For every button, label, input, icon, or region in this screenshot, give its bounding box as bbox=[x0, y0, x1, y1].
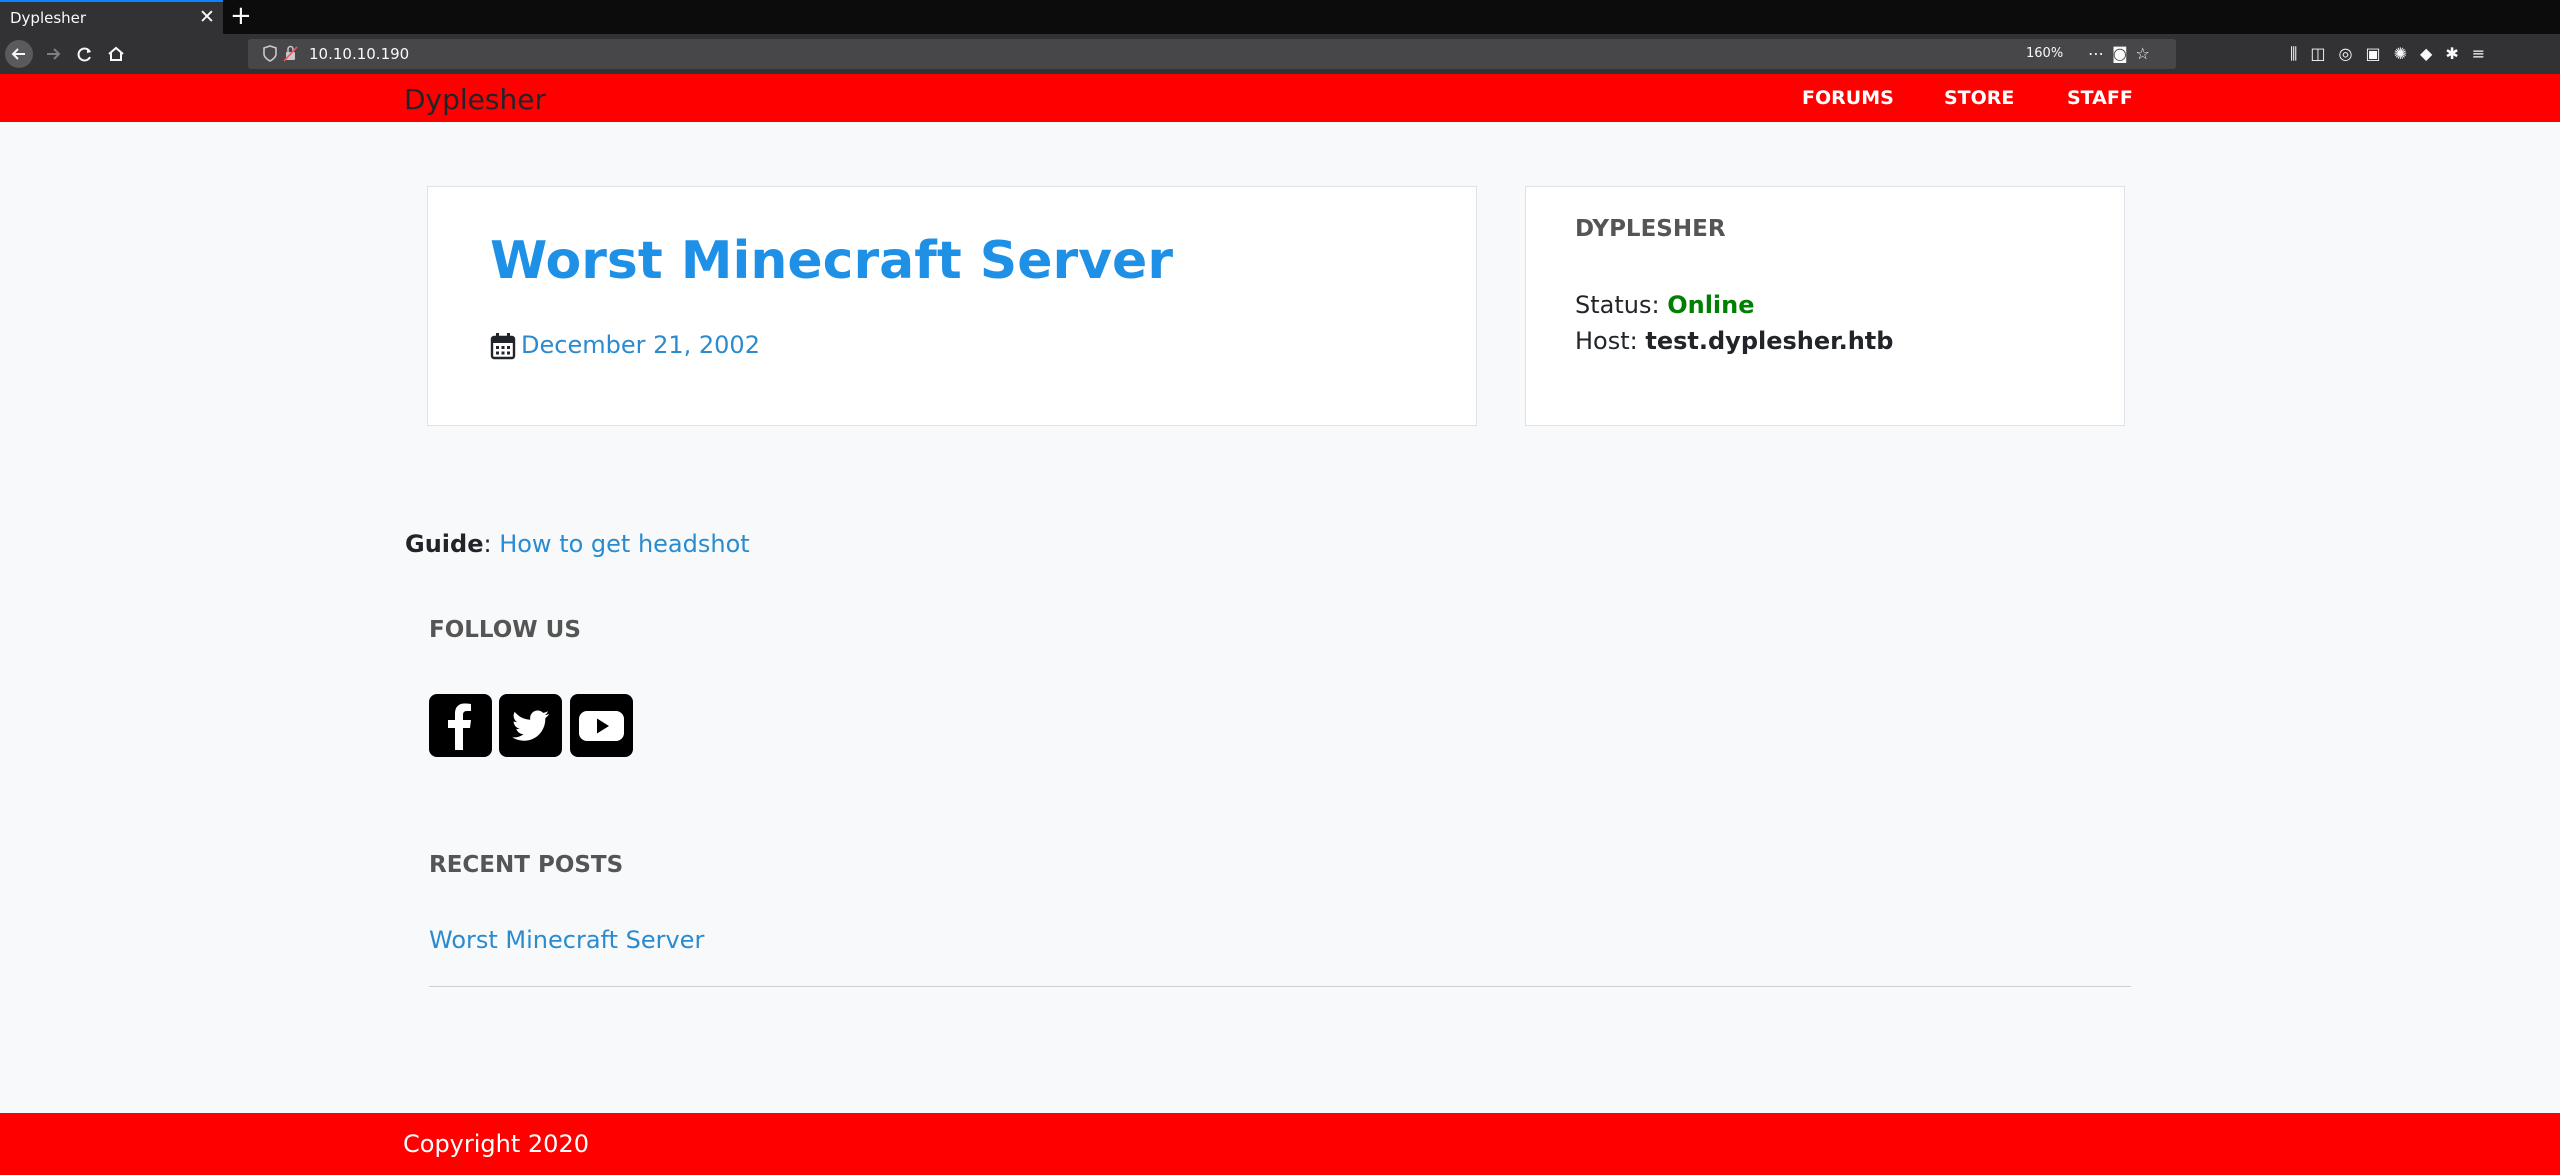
zoom-indicator[interactable]: 160% bbox=[2020, 44, 2069, 64]
status-line: Status: Online bbox=[1575, 291, 1755, 319]
guide-line: Guide: How to get headshot bbox=[405, 530, 750, 558]
guide-separator: : bbox=[483, 530, 492, 558]
url-bar-actions: ⋯◙☆ bbox=[2088, 43, 2168, 65]
library-icon[interactable]: ⫼ bbox=[2290, 44, 2310, 63]
host-label: Host: bbox=[1575, 327, 1638, 355]
reload-icon[interactable] bbox=[71, 40, 99, 68]
post-date-link[interactable]: December 21, 2002 bbox=[521, 331, 760, 359]
facebook-icon[interactable] bbox=[429, 694, 492, 757]
url-bar[interactable]: 10.10.10.190 160% ⋯◙☆ bbox=[248, 39, 2176, 69]
sidebar-icon[interactable]: ◫ bbox=[2310, 44, 2338, 63]
extension-icon-1[interactable]: ◎ bbox=[2339, 44, 2366, 63]
tab-title: Dyplesher bbox=[10, 9, 87, 27]
post-card: Worst Minecraft Server December 21, 2002 bbox=[427, 186, 1477, 426]
site-footer: Copyright 2020 bbox=[0, 1113, 2560, 1175]
copyright-text: Copyright 2020 bbox=[403, 1130, 589, 1158]
guide-label: Guide bbox=[405, 530, 484, 558]
nav-staff[interactable]: STAFF bbox=[2067, 87, 2133, 109]
new-tab-button[interactable]: + bbox=[230, 0, 252, 34]
nav-forums[interactable]: FORUMS bbox=[1802, 87, 1894, 109]
tab-close-icon[interactable]: ✕ bbox=[198, 5, 216, 29]
server-status-card: DYPLESHER Status: Online Host: test.dypl… bbox=[1525, 186, 2125, 426]
post-title[interactable]: Worst Minecraft Server bbox=[490, 231, 1173, 291]
site-identity[interactable] bbox=[260, 44, 300, 64]
site-nav: FORUMS STORE STAFF bbox=[1780, 87, 2140, 111]
back-arrow-icon[interactable] bbox=[5, 40, 33, 68]
home-icon[interactable] bbox=[102, 40, 130, 68]
twitter-icon[interactable] bbox=[499, 694, 562, 757]
browser-tab-bar: Dyplesher ✕ + bbox=[0, 0, 2560, 34]
site-header: Dyplesher FORUMS STORE STAFF bbox=[0, 74, 2560, 122]
extension-icon-3[interactable]: ✺ bbox=[2394, 44, 2420, 63]
browser-toolbar-right: ⫼◫◎▣✺◆✱≡ bbox=[2290, 42, 2555, 66]
pocket-icon[interactable]: ◙ bbox=[2112, 44, 2136, 63]
extension-icon-2[interactable]: ▣ bbox=[2365, 44, 2393, 63]
status-label: Status: bbox=[1575, 291, 1660, 319]
divider bbox=[429, 986, 2131, 987]
youtube-icon[interactable] bbox=[570, 694, 633, 757]
browser-tab[interactable]: Dyplesher ✕ bbox=[0, 0, 223, 34]
guide-link[interactable]: How to get headshot bbox=[499, 530, 749, 558]
recent-post-link[interactable]: Worst Minecraft Server bbox=[429, 926, 704, 954]
url-text[interactable]: 10.10.10.190 bbox=[309, 45, 409, 63]
server-name: DYPLESHER bbox=[1575, 216, 1726, 242]
extension-icon-5[interactable]: ✱ bbox=[2445, 44, 2471, 63]
ellipsis-icon[interactable]: ⋯ bbox=[2088, 44, 2112, 63]
forward-arrow-icon[interactable] bbox=[39, 40, 67, 68]
star-icon[interactable]: ☆ bbox=[2136, 44, 2158, 63]
host-line: Host: test.dyplesher.htb bbox=[1575, 327, 1893, 355]
hamburger-menu-icon[interactable]: ≡ bbox=[2472, 44, 2498, 63]
calendar-icon bbox=[490, 332, 516, 360]
host-value: test.dyplesher.htb bbox=[1645, 327, 1894, 355]
site-brand[interactable]: Dyplesher bbox=[404, 83, 546, 116]
follow-heading: FOLLOW US bbox=[429, 617, 581, 643]
shield-icon bbox=[263, 45, 277, 62]
extension-icon-4[interactable]: ◆ bbox=[2420, 44, 2445, 63]
status-value: Online bbox=[1667, 291, 1755, 319]
recent-posts-heading: RECENT POSTS bbox=[429, 852, 624, 878]
browser-nav-bar: 10.10.10.190 160% ⋯◙☆ ⫼◫◎▣✺◆✱≡ bbox=[0, 34, 2560, 74]
nav-store[interactable]: STORE bbox=[1944, 87, 2014, 109]
